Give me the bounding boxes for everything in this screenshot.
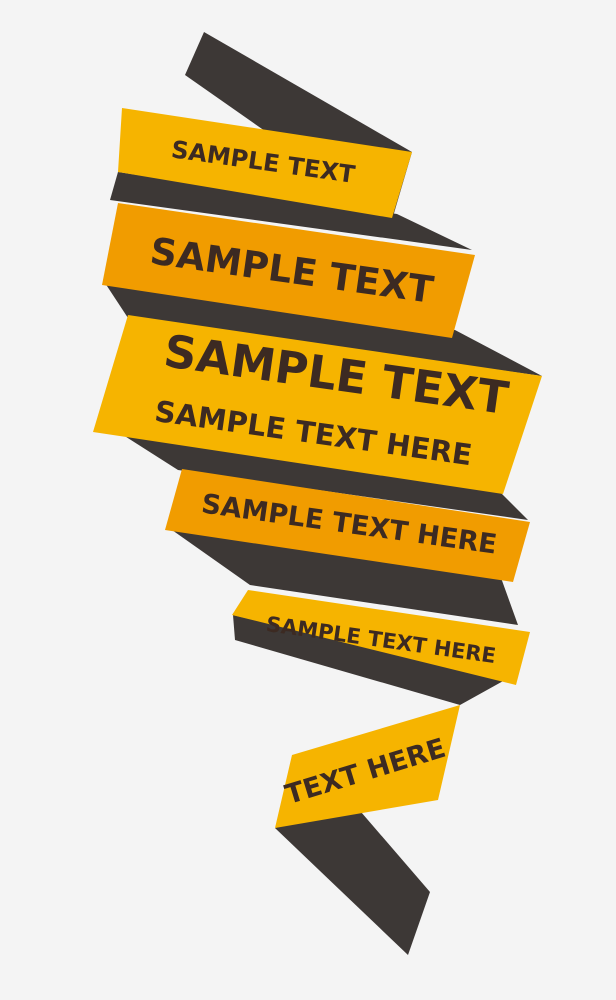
ribbon-banner-artwork: SAMPLE TEXT SAMPLE TEXT SAMPLE TEXT SAMP…: [93, 32, 542, 955]
fold-6-bottom-tail: [275, 805, 430, 955]
